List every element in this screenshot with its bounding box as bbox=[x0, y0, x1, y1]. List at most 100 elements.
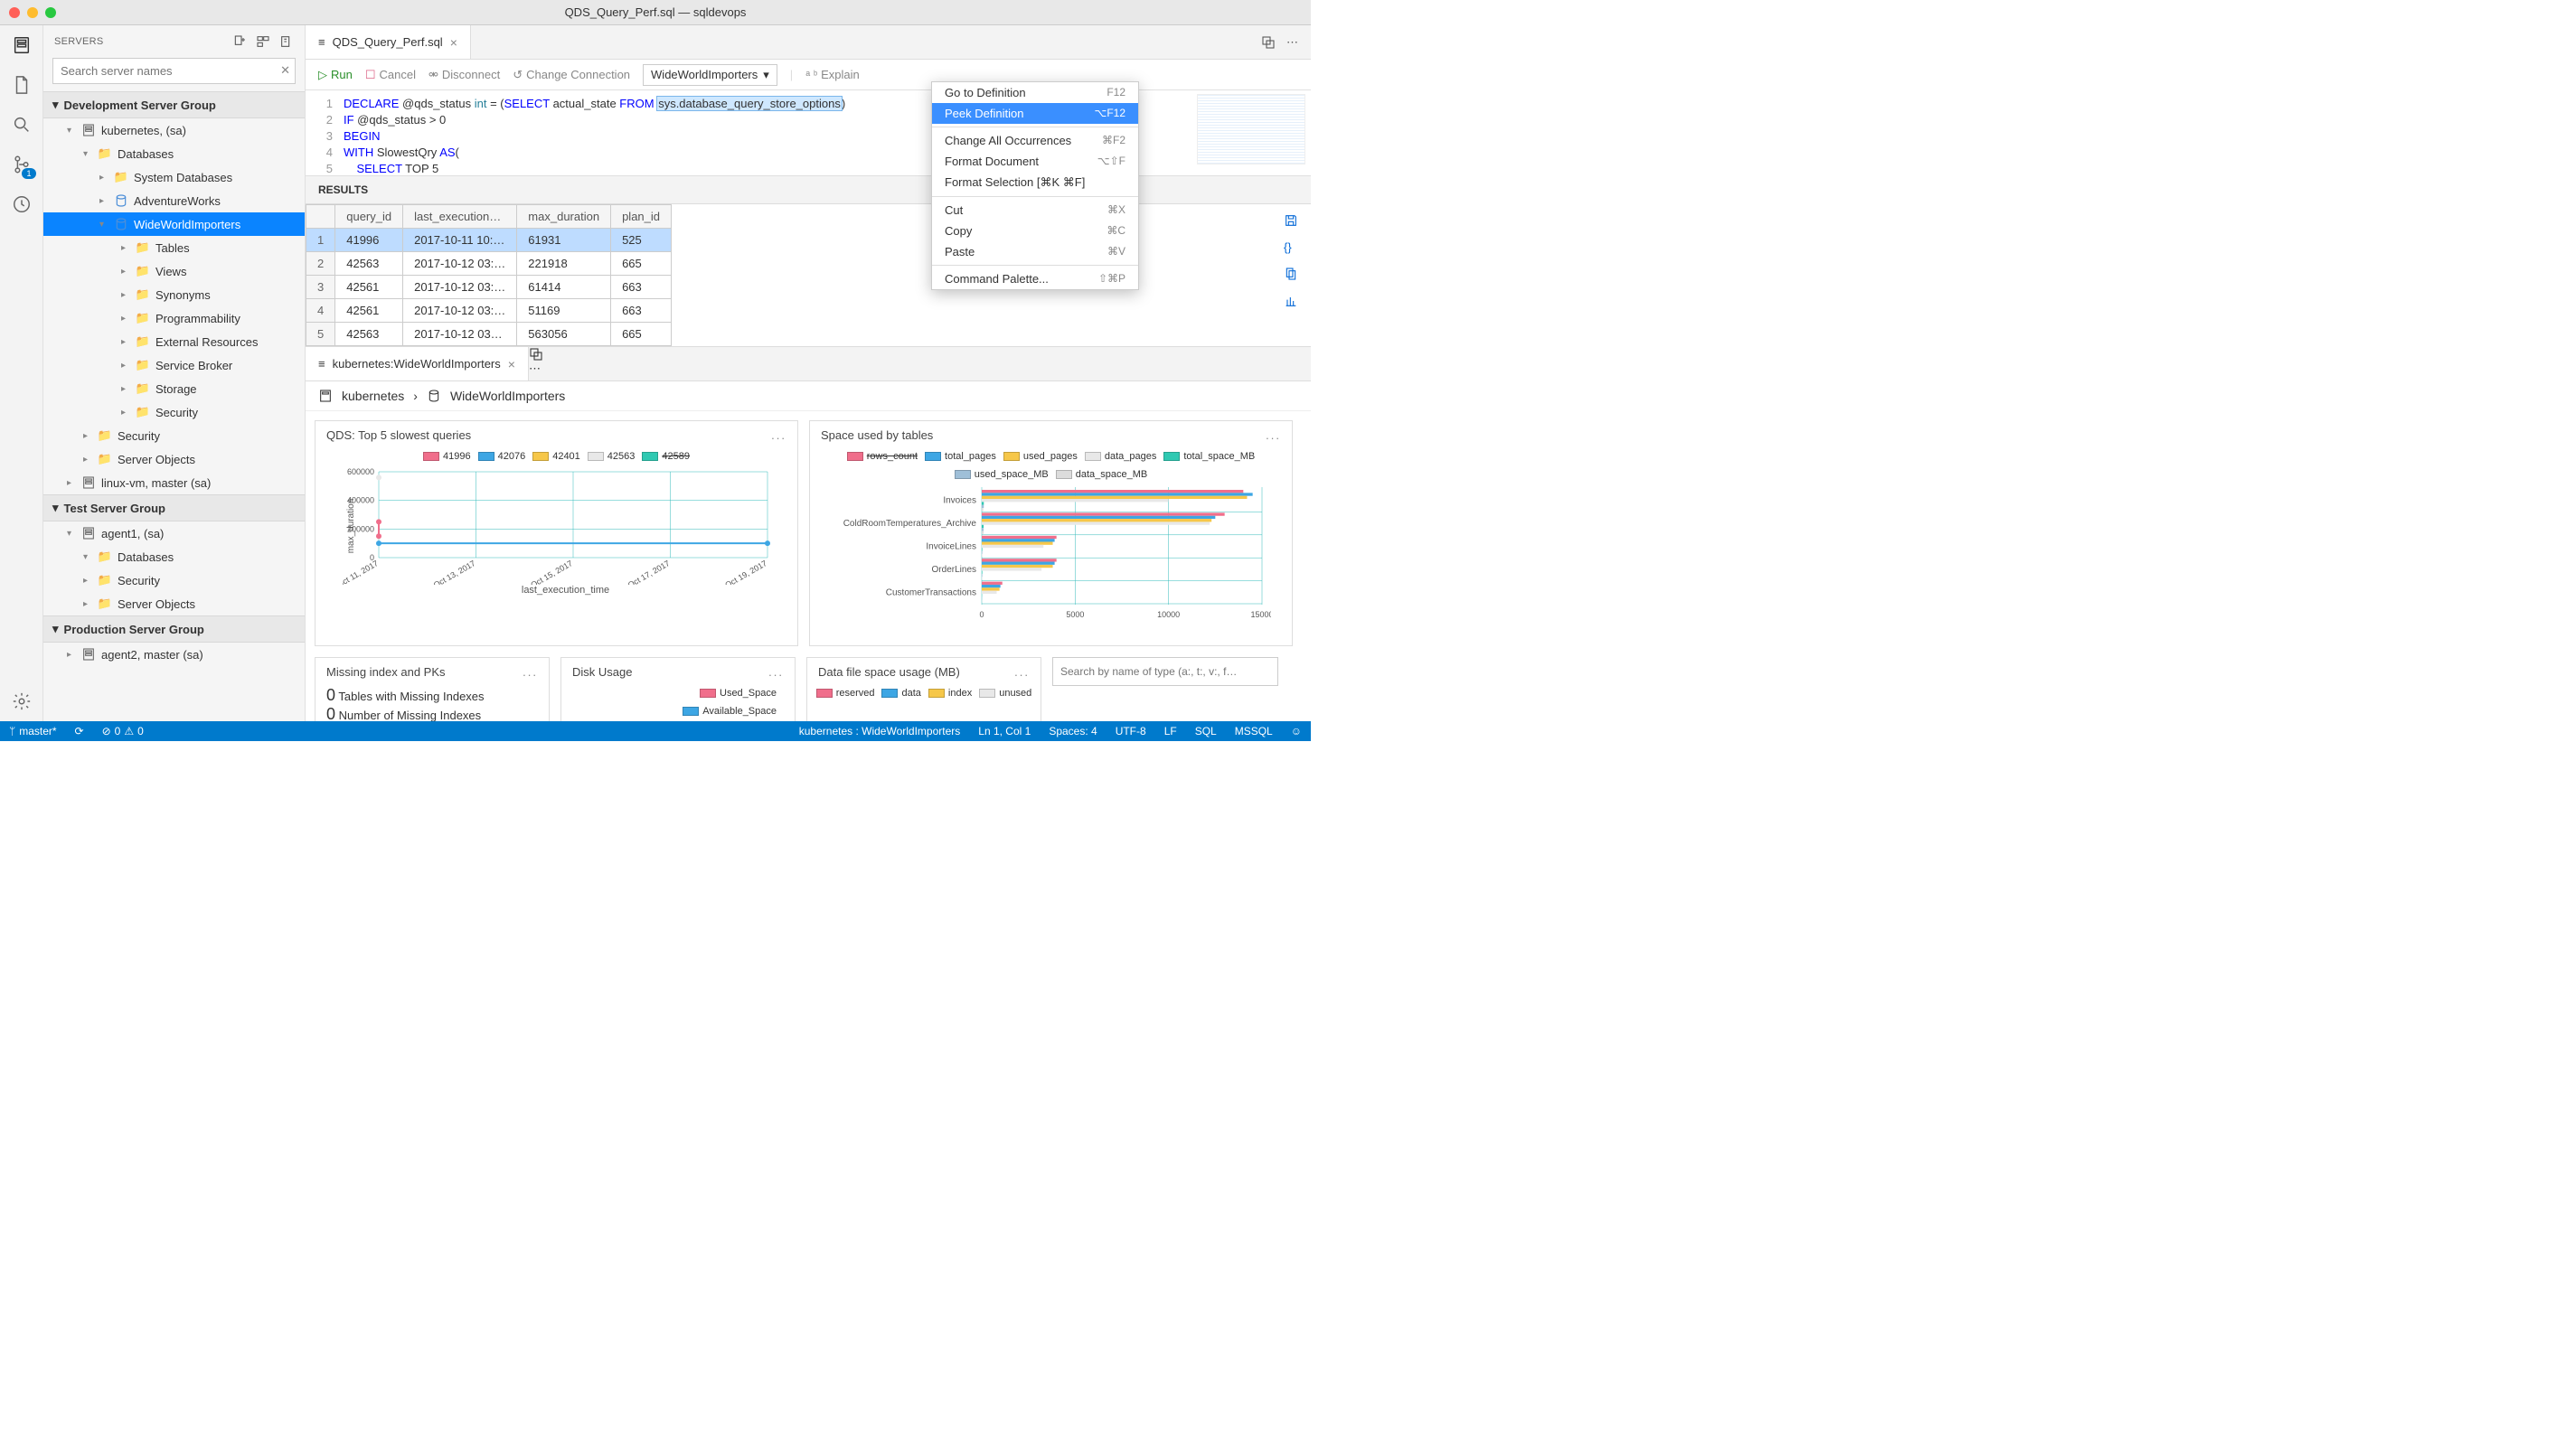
new-group-icon[interactable] bbox=[256, 34, 270, 49]
eol[interactable]: LF bbox=[1155, 725, 1186, 737]
spaces[interactable]: Spaces: 4 bbox=[1040, 725, 1106, 737]
context-menu-item[interactable]: Format Selection [⌘K ⌘F] bbox=[932, 172, 1138, 193]
legend-item[interactable]: data_space_MB bbox=[1056, 469, 1148, 480]
tree-folder[interactable]: ▸Views bbox=[43, 259, 305, 283]
server-action-icon[interactable] bbox=[279, 34, 294, 49]
history-icon[interactable] bbox=[11, 193, 33, 215]
connection-status[interactable]: kubernetes : WideWorldImporters bbox=[790, 725, 970, 737]
tree-folder[interactable]: ▸Security bbox=[43, 400, 305, 424]
results-table[interactable]: query_idlast_execution…max_durationplan_… bbox=[306, 204, 672, 346]
file-icon[interactable] bbox=[11, 74, 33, 96]
results-chart-icon[interactable] bbox=[1284, 294, 1298, 308]
close-icon[interactable]: × bbox=[450, 35, 457, 50]
more-icon[interactable]: ⋯ bbox=[1286, 35, 1298, 50]
legend-item[interactable]: 41996 bbox=[423, 451, 471, 462]
legend-item[interactable]: Used_Space bbox=[700, 688, 777, 699]
sidebar-search-input[interactable] bbox=[52, 58, 296, 84]
server-group[interactable]: ▾Development Server Group bbox=[43, 91, 305, 118]
tree-folder[interactable]: ▸Server Objects bbox=[43, 447, 305, 471]
table-row[interactable]: 4425612017-10-12 03:…51169663 bbox=[306, 299, 672, 323]
tree-folder[interactable]: ▾Databases bbox=[43, 142, 305, 165]
cursor-pos[interactable]: Ln 1, Col 1 bbox=[969, 725, 1040, 737]
server-node[interactable]: ▸agent2, master (sa) bbox=[43, 643, 305, 666]
widget-more-icon[interactable]: ... bbox=[771, 428, 786, 442]
legend-item[interactable]: used_pages bbox=[1003, 451, 1078, 462]
errors-warnings[interactable]: ⊘ 0 ⚠ 0 bbox=[93, 725, 153, 737]
server-node[interactable]: ▾kubernetes, (sa) bbox=[43, 118, 305, 142]
tree-folder[interactable]: ▸Security bbox=[43, 424, 305, 447]
tree-item-db[interactable]: ▸AdventureWorks bbox=[43, 189, 305, 212]
tree-folder[interactable]: ▸Storage bbox=[43, 377, 305, 400]
git-branch[interactable]: ᛘ master* bbox=[0, 725, 66, 737]
context-menu-item[interactable]: Paste⌘V bbox=[932, 241, 1138, 262]
legend-item[interactable]: unused bbox=[979, 688, 1031, 699]
table-row[interactable]: 3425612017-10-12 03:…61414663 bbox=[306, 276, 672, 299]
dashboard-search-input[interactable] bbox=[1052, 657, 1278, 686]
tree-folder[interactable]: ▸Synonyms bbox=[43, 283, 305, 306]
legend-item[interactable]: 42401 bbox=[532, 451, 580, 462]
context-menu-item[interactable]: Copy⌘C bbox=[932, 221, 1138, 241]
table-row[interactable]: 5425632017-10-12 03…563056665 bbox=[306, 323, 672, 346]
run-button[interactable]: ▷ Run bbox=[318, 68, 353, 82]
legend-item[interactable]: reserved bbox=[816, 688, 875, 699]
dashboard-tab[interactable]: ≡ kubernetes:WideWorldImporters × bbox=[306, 347, 529, 380]
context-menu-item[interactable]: Peek Definition⌥F12 bbox=[932, 103, 1138, 124]
tree-folder[interactable]: ▸Security bbox=[43, 568, 305, 592]
context-menu-item[interactable]: Cut⌘X bbox=[932, 200, 1138, 221]
more-icon[interactable]: ⋯ bbox=[529, 362, 541, 375]
encoding[interactable]: UTF-8 bbox=[1107, 725, 1155, 737]
clear-icon[interactable]: ✕ bbox=[280, 63, 290, 78]
window-close[interactable] bbox=[9, 7, 20, 18]
table-row[interactable]: 2425632017-10-12 03:…221918665 bbox=[306, 252, 672, 276]
cancel-button[interactable]: ☐ Cancel bbox=[365, 68, 416, 82]
editor-action-icon[interactable] bbox=[1261, 35, 1276, 50]
widget-more-icon[interactable]: ... bbox=[768, 665, 784, 679]
legend-item[interactable]: 42589 bbox=[642, 451, 690, 462]
context-menu-item[interactable]: Go to DefinitionF12 bbox=[932, 82, 1138, 103]
legend-item[interactable]: 42076 bbox=[478, 451, 526, 462]
settings-icon[interactable] bbox=[11, 690, 33, 712]
close-icon[interactable]: × bbox=[508, 357, 515, 371]
tree-folder[interactable]: ▸Programmability bbox=[43, 306, 305, 330]
window-minimize[interactable] bbox=[27, 7, 38, 18]
legend-item[interactable]: rows_count bbox=[847, 451, 918, 462]
editor-tab[interactable]: ≡ QDS_Query_Perf.sql × bbox=[306, 25, 471, 59]
server-group[interactable]: ▾Production Server Group bbox=[43, 615, 305, 643]
results-copy-icon[interactable] bbox=[1284, 267, 1298, 281]
tree-item-db[interactable]: ▾WideWorldImporters bbox=[43, 212, 305, 236]
widget-more-icon[interactable]: ... bbox=[1014, 665, 1030, 679]
new-connection-icon[interactable] bbox=[232, 34, 247, 49]
legend-item[interactable]: index bbox=[928, 688, 972, 699]
sidebar-search[interactable]: ✕ bbox=[52, 58, 296, 84]
tree-item-folder[interactable]: ▸System Databases bbox=[43, 165, 305, 189]
feedback-icon[interactable]: ☺ bbox=[1282, 725, 1311, 737]
context-menu-item[interactable]: Format Document⌥⇧F bbox=[932, 151, 1138, 172]
explain-button[interactable]: ᵃᵇ Explain bbox=[805, 68, 860, 81]
results-export-icon[interactable]: {} bbox=[1284, 240, 1298, 254]
database-select[interactable]: WideWorldImporters ▾ bbox=[643, 64, 777, 86]
minimap[interactable] bbox=[1197, 94, 1305, 164]
table-row[interactable]: 1419962017-10-11 10:…61931525 bbox=[306, 229, 672, 252]
legend-item[interactable]: Available_Space bbox=[683, 706, 777, 717]
context-menu-item[interactable]: Command Palette...⇧⌘P bbox=[932, 268, 1138, 289]
results-save-icon[interactable] bbox=[1284, 213, 1298, 228]
tree-folder[interactable]: ▾Databases bbox=[43, 545, 305, 568]
server-node[interactable]: ▾agent1, (sa) bbox=[43, 521, 305, 545]
legend-item[interactable]: total_space_MB bbox=[1163, 451, 1255, 462]
context-menu-item[interactable]: Change All Occurrences⌘F2 bbox=[932, 130, 1138, 151]
tree-folder[interactable]: ▸External Resources bbox=[43, 330, 305, 353]
window-maximize[interactable] bbox=[45, 7, 56, 18]
source-control-icon[interactable]: 1 bbox=[11, 154, 33, 175]
legend-item[interactable]: data_pages bbox=[1085, 451, 1157, 462]
server-node[interactable]: ▸linux-vm, master (sa) bbox=[43, 471, 305, 494]
breadcrumb-server[interactable]: kubernetes bbox=[342, 389, 404, 403]
widget-more-icon[interactable]: ... bbox=[1266, 428, 1281, 442]
search-icon[interactable] bbox=[11, 114, 33, 136]
language[interactable]: SQL bbox=[1186, 725, 1226, 737]
sql-editor[interactable]: 12345 DECLARE @qds_status int = (SELECT … bbox=[306, 90, 1311, 176]
legend-item[interactable]: used_space_MB bbox=[955, 469, 1049, 480]
tree-folder[interactable]: ▸Server Objects bbox=[43, 592, 305, 615]
legend-item[interactable]: 42563 bbox=[588, 451, 636, 462]
tree-folder[interactable]: ▸Service Broker bbox=[43, 353, 305, 377]
servers-icon[interactable] bbox=[11, 34, 33, 56]
